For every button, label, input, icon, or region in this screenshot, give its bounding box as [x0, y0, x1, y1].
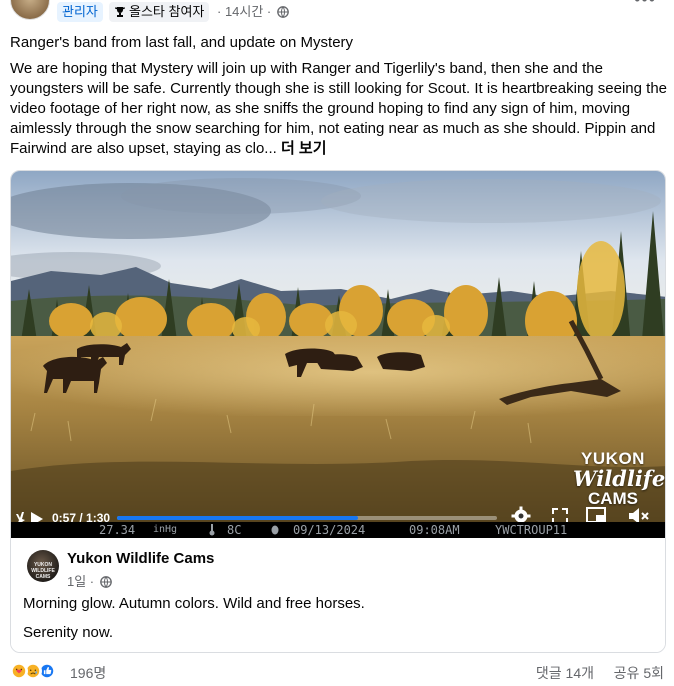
reaction-icons[interactable] — [10, 662, 70, 682]
globe-icon — [99, 576, 112, 588]
reaction-count[interactable]: 196명 — [70, 663, 106, 683]
trail-cam-info-strip: 27.34 inHg 8C 09/13/2024 09:08AM YWCTROU… — [11, 522, 665, 538]
post-body-text: We are hoping that Mystery will join up … — [10, 60, 668, 157]
shared-page-info: YUKON WILDLIFE CAMS Yukon Wildlife Cams … — [11, 538, 665, 652]
page-avatar-label: YUKON WILDLIFE CAMS — [31, 562, 55, 580]
video-frame — [11, 171, 665, 538]
post-title: Ranger's band from last fall, and update… — [10, 34, 354, 51]
moon-phase-icon — [271, 525, 279, 535]
video-player[interactable]: YUKON Wildlife CAMS 0:57 / 1:30 27.34 in… — [11, 171, 666, 538]
all-star-badge: 올스타 참여자 — [109, 2, 210, 22]
post-body: We are hoping that Mystery will join up … — [10, 59, 668, 159]
shared-video-card[interactable]: YUKON Wildlife CAMS 0:57 / 1:30 27.34 in… — [10, 170, 666, 653]
globe-icon — [277, 6, 289, 18]
video-progress-fill — [117, 516, 358, 520]
yukon-wildlife-cams-watermark: YUKON Wildlife CAMS — [573, 449, 666, 508]
post-header: 관리자 올스타 참여자 · 14시간 · ••• — [0, 0, 674, 22]
author-avatar[interactable] — [10, 0, 50, 20]
admin-badge: 관리자 — [57, 2, 103, 22]
trophy-icon — [115, 7, 125, 17]
all-star-label: 올스타 참여자 — [129, 4, 205, 19]
capture-time: 09:08AM — [409, 523, 460, 537]
page-avatar[interactable]: YUKON WILDLIFE CAMS — [27, 550, 59, 582]
pressure-unit: inHg — [153, 524, 178, 535]
page-name[interactable]: Yukon Wildlife Cams — [67, 550, 214, 567]
capture-date: 09/13/2024 — [293, 523, 366, 537]
camera-id: YWCTROUP11 — [495, 523, 568, 537]
post-time[interactable]: · 14시간 · — [217, 2, 289, 22]
page-post-time[interactable]: 1일 · — [67, 571, 112, 590]
comment-count[interactable]: 댓글 14개 — [536, 663, 594, 683]
temperature-value: 8C — [227, 523, 242, 537]
care-reaction-icon — [10, 662, 28, 680]
share-count[interactable]: 공유 5회 — [614, 663, 664, 683]
shared-post-text-2: Serenity now. — [23, 624, 114, 641]
pressure-value: 27.34 — [99, 523, 136, 537]
video-progress-bar[interactable] — [117, 516, 497, 520]
see-more-link[interactable]: 더 보기 — [281, 140, 327, 157]
post-footer: 196명 댓글 14개 공유 5회 — [0, 660, 674, 684]
shared-post-text: Morning glow. Autumn colors. Wild and fr… — [23, 595, 365, 612]
more-options-icon[interactable]: ••• — [634, 0, 656, 8]
thermometer-icon — [209, 524, 215, 536]
